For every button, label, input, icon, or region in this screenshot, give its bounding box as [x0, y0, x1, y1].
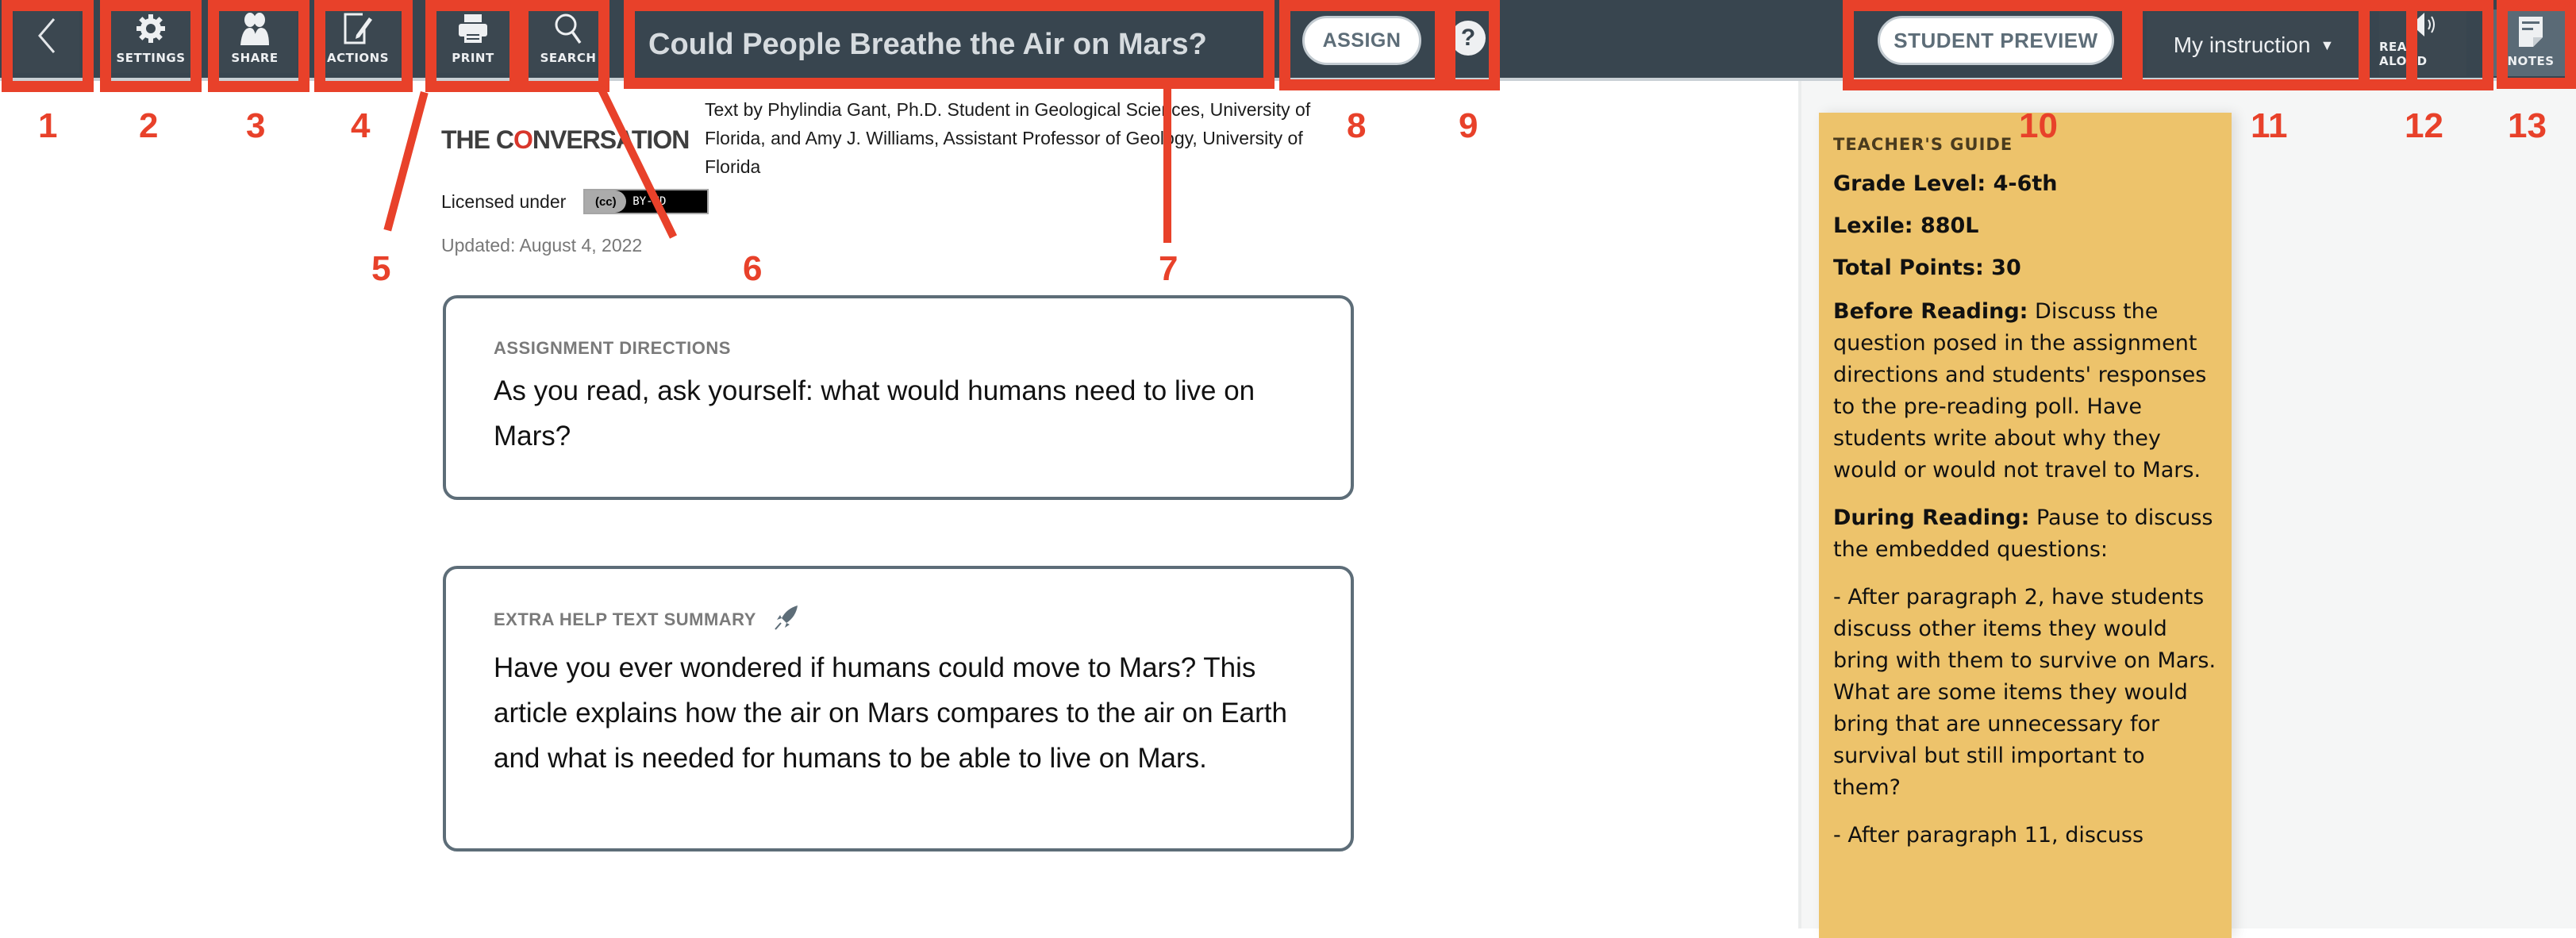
share-label: SHARE — [231, 51, 279, 65]
annotation-leader-6 — [597, 85, 678, 239]
licensed-label: Licensed under — [441, 190, 567, 212]
during-reading-label: During Reading: — [1833, 506, 2030, 530]
assignment-directions-card: ASSIGNMENT DIRECTIONS As you read, ask y… — [443, 295, 1354, 500]
source-logo: THE CONVERSATION — [441, 125, 690, 155]
summary-text: Have you ever wondered if humans could m… — [494, 652, 1287, 774]
chevron-left-icon — [35, 6, 59, 65]
annotation-number: 8 — [1347, 106, 1367, 145]
question-circle-icon: ? — [1460, 25, 1476, 51]
instruction-select-value: My instruction — [2173, 33, 2311, 57]
annotation-number: 6 — [743, 249, 763, 288]
settings-label: SETTINGS — [116, 51, 186, 65]
annotation-number: 3 — [246, 106, 266, 145]
actions-button[interactable]: ACTIONS — [316, 6, 400, 73]
logo-o: O — [513, 125, 533, 154]
back-button[interactable] — [14, 6, 79, 73]
updated-date: Updated: August 4, 2022 — [441, 235, 643, 256]
page-title: Could People Breathe the Air on Mars? — [648, 27, 1207, 61]
before-reading-label: Before Reading: — [1833, 299, 2028, 324]
annotation-number: 1 — [38, 106, 58, 145]
note-icon — [2517, 10, 2544, 54]
print-label: PRINT — [452, 51, 494, 65]
share-button[interactable]: SHARE — [213, 6, 297, 73]
during-reading: During Reading: Pause to discuss the emb… — [1833, 502, 2217, 566]
summary-heading-row: EXTRA HELP TEXT SUMMARY — [494, 604, 1303, 636]
teachers-guide-panel: TEACHER'S GUIDE Grade Level: 4-6th Lexil… — [1819, 113, 2232, 938]
annotation-number: 7 — [1159, 249, 1178, 288]
edit-icon — [342, 6, 374, 51]
settings-button[interactable]: SETTINGS — [110, 6, 192, 73]
notes-button[interactable]: NOTES — [2493, 10, 2568, 76]
logo-text-end: NVERSATION — [532, 125, 690, 154]
gear-icon — [135, 6, 167, 51]
lexile: Lexile: 880L — [1833, 213, 1979, 238]
instruction-dropdown[interactable]: My instruction ▼ — [2147, 13, 2361, 78]
author-byline: Text by Phylindia Gant, Ph.D. Student in… — [705, 99, 1311, 177]
read-aloud-button[interactable]: READ ALOUD — [2379, 10, 2466, 76]
teachers-guide-title: TEACHER'S GUIDE — [1833, 135, 2013, 154]
print-button[interactable]: PRINT — [435, 6, 511, 73]
summary-heading: EXTRA HELP TEXT SUMMARY — [494, 609, 756, 629]
extra-help-summary-card: EXTRA HELP TEXT SUMMARY Have you ever wo… — [443, 566, 1354, 852]
search-label: SEARCH — [540, 51, 597, 65]
before-reading-text: Discuss the question posed in the assign… — [1833, 299, 2207, 482]
annotation-number: 2 — [139, 106, 159, 145]
search-icon — [552, 6, 584, 51]
grade-level: Grade Level: 4-6th — [1833, 171, 2058, 196]
actions-label: ACTIONS — [326, 51, 390, 65]
annotation-number: 5 — [371, 249, 391, 288]
directions-text: As you read, ask yourself: what would hu… — [494, 375, 1255, 452]
notes-label: NOTES — [2507, 54, 2555, 68]
people-icon — [237, 6, 272, 51]
search-button[interactable]: SEARCH — [529, 6, 608, 73]
assign-button[interactable]: ASSIGN — [1302, 16, 1421, 65]
total-points: Total Points: 30 — [1833, 256, 2021, 280]
student-preview-button[interactable]: STUDENT PREVIEW — [1878, 16, 2114, 65]
read-aloud-label: READ ALOUD — [2379, 40, 2428, 68]
cc-license-badge[interactable]: (cc) BY-ND — [583, 189, 709, 214]
annotation-leader-5 — [383, 91, 429, 232]
guide-bullet: - After paragraph 2, have students discu… — [1833, 585, 2217, 800]
cc-icon: (cc) — [585, 190, 627, 213]
license-terms: BY-ND — [632, 195, 667, 208]
help-button[interactable]: ? — [1451, 21, 1486, 56]
speaker-icon — [2407, 10, 2439, 40]
printer-icon — [457, 6, 489, 51]
guide-bullet: - After paragraph 11, discuss — [1833, 823, 2144, 848]
rocket-icon — [774, 604, 799, 636]
annotation-number: 4 — [351, 106, 371, 145]
annotation-number: 9 — [1459, 106, 1478, 145]
before-reading: Before Reading: Discuss the question pos… — [1833, 296, 2217, 486]
logo-text-start: THE C — [441, 125, 514, 154]
license-row: Licensed under (cc) BY-ND — [441, 189, 709, 214]
directions-heading: ASSIGNMENT DIRECTIONS — [494, 338, 731, 358]
caret-down-icon: ▼ — [2320, 37, 2335, 53]
